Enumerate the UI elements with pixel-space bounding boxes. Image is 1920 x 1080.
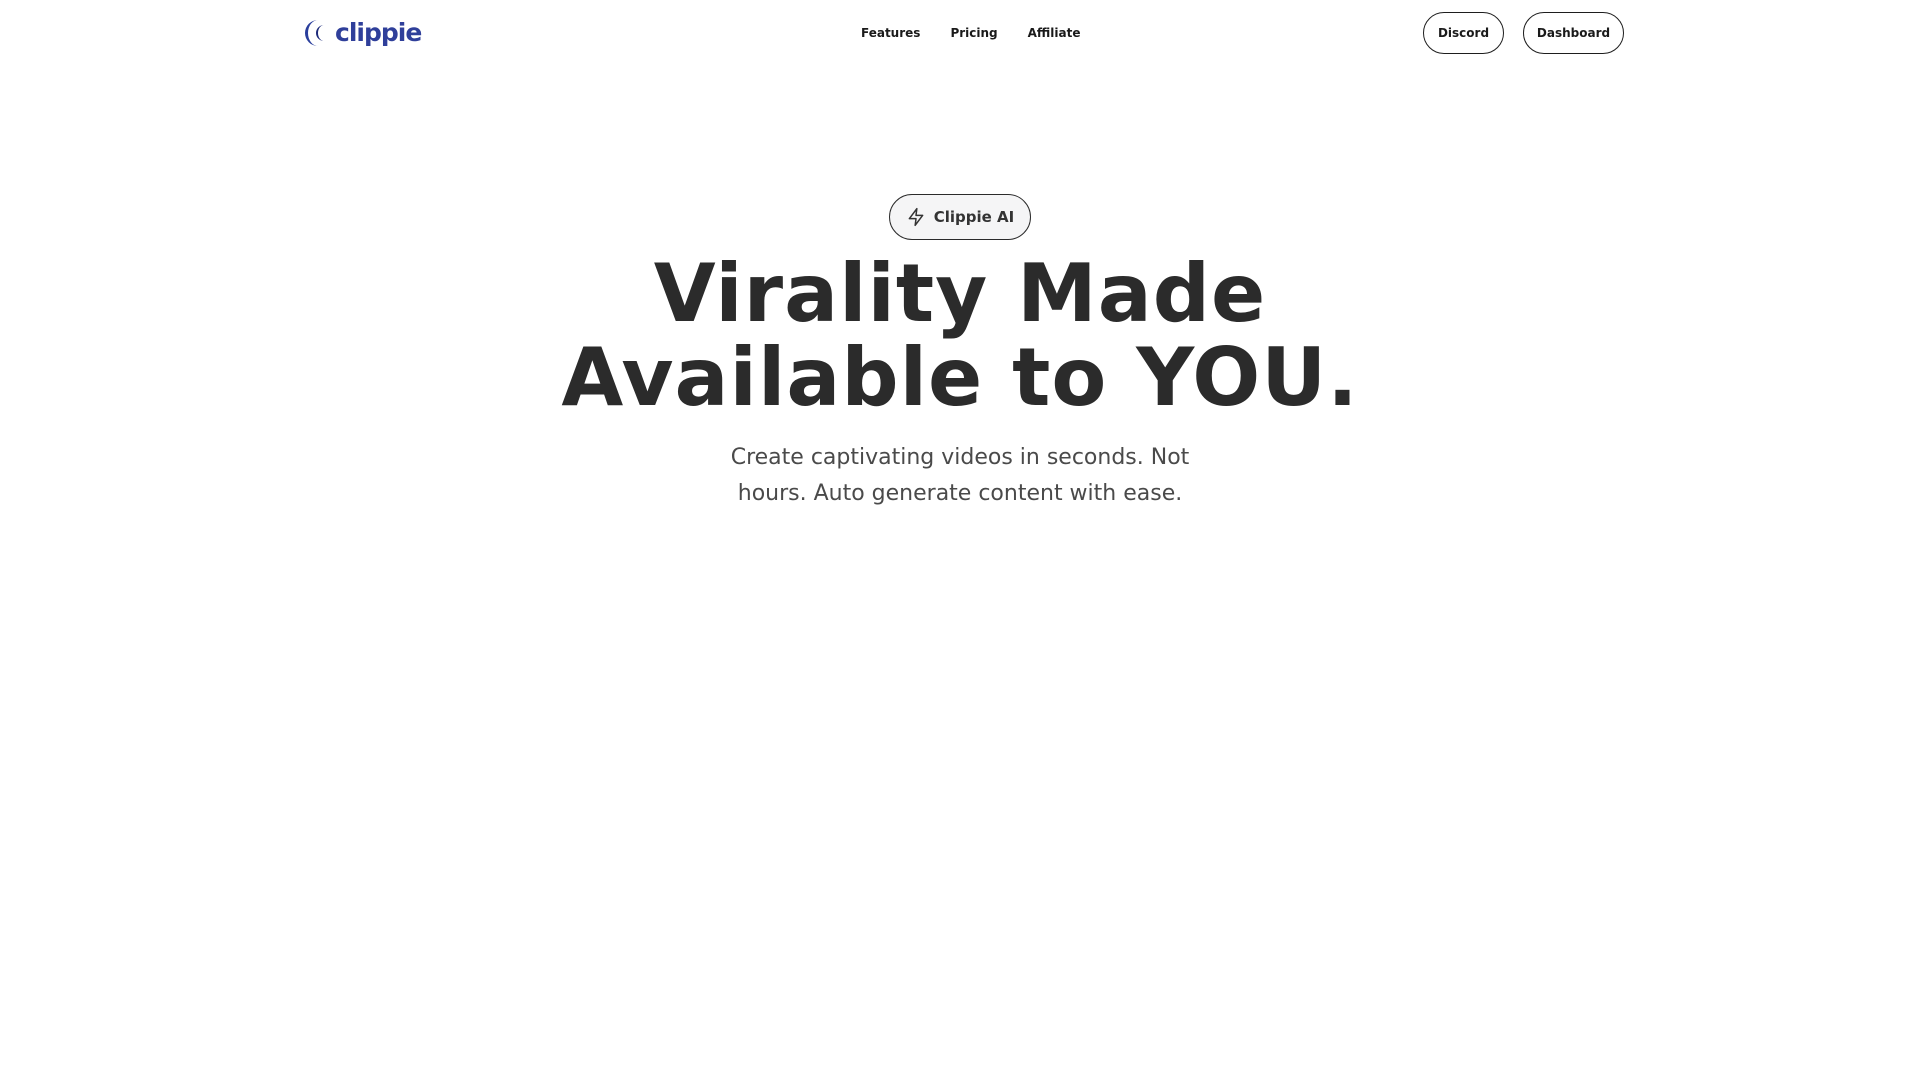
hero-headline: Virality Made Available to YOU. xyxy=(510,252,1410,420)
subtitle-line: Create captivating videos in seconds. No… xyxy=(730,445,1190,470)
brand-logo-link[interactable]: clippie xyxy=(304,16,422,50)
hero-subtitle: Create captivating videos in seconds. No… xyxy=(710,440,1210,512)
headline-line: Available to YOU. xyxy=(561,331,1359,424)
hero-section: Clippie AI Virality Made Available to YO… xyxy=(0,194,1920,512)
brand-name: clippie xyxy=(335,18,422,47)
badge-label: Clippie AI xyxy=(933,208,1015,226)
discord-button[interactable]: Discord xyxy=(1423,12,1504,54)
site-header: clippie Features Pricing Affiliate Disco… xyxy=(0,0,1920,66)
subtitle-line: hours. Auto generate content with ease. xyxy=(737,481,1183,506)
nav-link-affiliate[interactable]: Affiliate xyxy=(1028,22,1081,44)
main-nav: Features Pricing Affiliate xyxy=(861,22,1081,44)
lightning-icon xyxy=(908,207,924,227)
nav-link-pricing[interactable]: Pricing xyxy=(950,22,997,44)
nav-link-features[interactable]: Features xyxy=(861,22,920,44)
crescent-logo-icon xyxy=(305,20,324,46)
dashboard-button[interactable]: Dashboard xyxy=(1523,12,1624,54)
clippie-ai-badge[interactable]: Clippie AI xyxy=(888,194,1032,240)
landing-page: clippie Features Pricing Affiliate Disco… xyxy=(0,0,1920,1080)
headline-line: Virality Made xyxy=(653,247,1267,340)
